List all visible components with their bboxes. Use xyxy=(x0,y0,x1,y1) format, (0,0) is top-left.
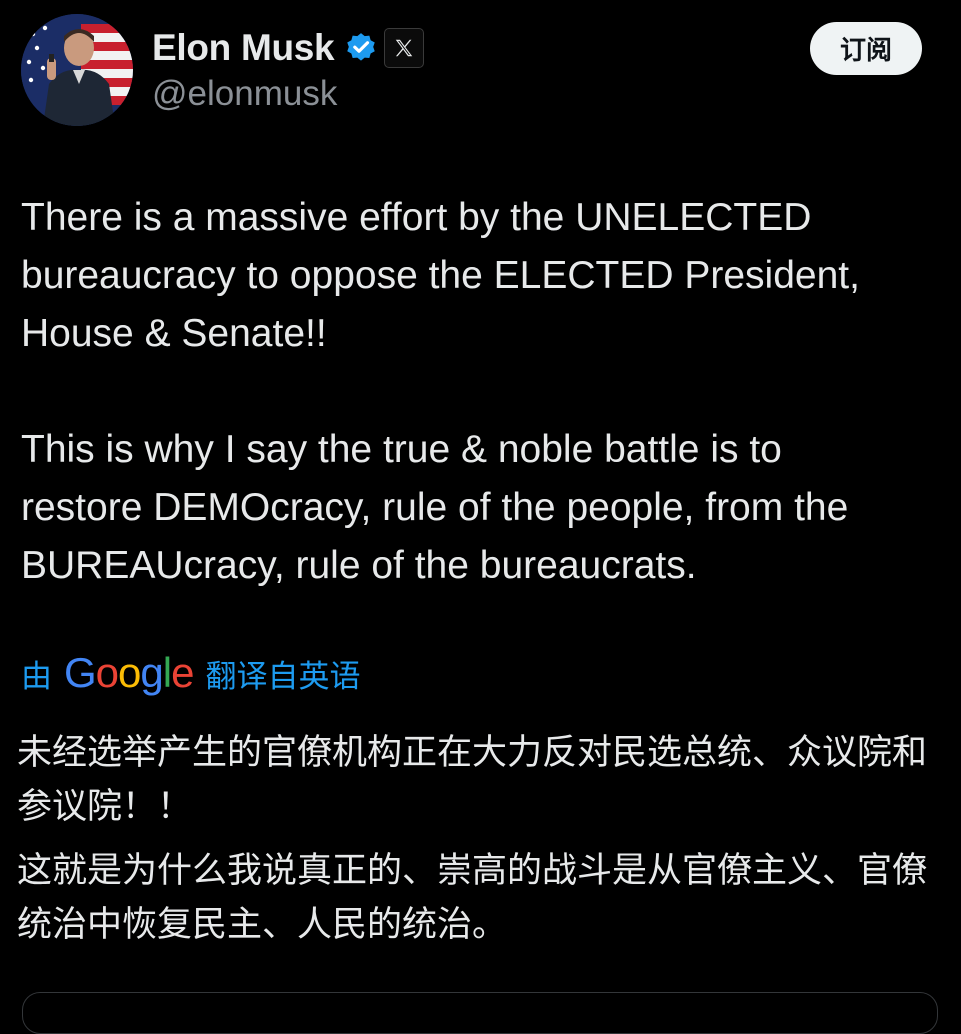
avatar-image xyxy=(21,14,133,126)
x-logo-icon xyxy=(384,28,425,68)
translated-paragraph: 未经选举产生的官僚机构正在大力反对民选总统、众议院和参议院！！ xyxy=(17,733,928,827)
tweet-body: There is a massive effort by the UNELECT… xyxy=(21,189,946,595)
tweet-header: Elon Musk @elonmusk 订阅 xyxy=(0,0,961,140)
translated-text: 未经选举产生的官僚机构正在大力反对民选总统、众议院和参议院！！ 这就是为什么我说… xyxy=(17,726,947,952)
translated-paragraph: 这就是为什么我说真正的、崇高的战斗是从官僚主义、官僚统治中恢复民主、人民的统治。 xyxy=(17,851,928,945)
author-display-name[interactable]: Elon Musk xyxy=(152,27,335,69)
translation-suffix: 翻译自英语 xyxy=(205,658,361,695)
author-name-row: Elon Musk xyxy=(152,24,425,72)
author-handle[interactable]: @elonmusk xyxy=(152,74,337,114)
translation-attribution[interactable]: 由 Google 翻译自英语 xyxy=(21,649,360,697)
embedded-card[interactable] xyxy=(22,992,938,1034)
avatar[interactable] xyxy=(21,14,133,126)
tweet-paragraph: This is why I say the true & noble battl… xyxy=(21,428,849,587)
google-logo: Google xyxy=(64,649,194,696)
tweet-paragraph: There is a massive effort by the UNELECT… xyxy=(21,196,860,355)
verified-badge-icon xyxy=(347,33,376,61)
subscribe-button[interactable]: 订阅 xyxy=(810,22,922,75)
translation-prefix: 由 xyxy=(21,658,52,695)
